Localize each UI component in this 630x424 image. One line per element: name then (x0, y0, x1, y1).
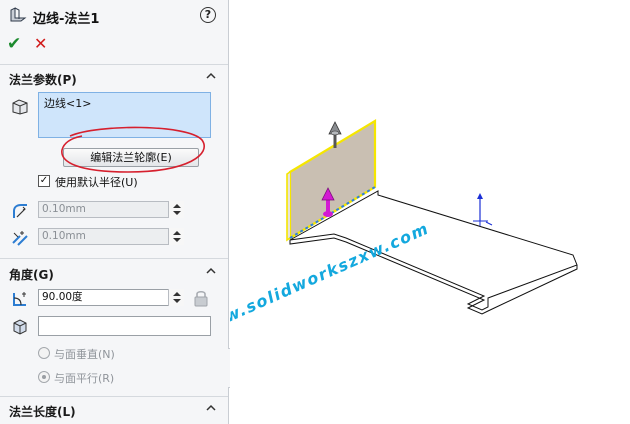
flange-angle-spinner[interactable] (168, 289, 184, 306)
use-default-radius-label: 使用默认半径(U) (55, 176, 138, 189)
help-icon[interactable]: ? (200, 7, 216, 23)
edge-selection-list[interactable]: 边线<1> (38, 92, 211, 138)
flange-wall-side (286, 171, 291, 242)
gap-distance-spinner[interactable] (168, 228, 184, 245)
gap-distance-input[interactable]: 0.10mm (38, 228, 184, 245)
face-select-icon (13, 319, 27, 335)
bend-radius-spinner[interactable] (168, 201, 184, 218)
reference-face-input[interactable] (38, 316, 211, 336)
use-default-radius-checkbox[interactable]: ✓ (38, 175, 50, 187)
flange-params-header[interactable]: 法兰参数(P) (0, 68, 228, 88)
edge-flange-feature-icon (10, 7, 27, 22)
lock-icon[interactable] (193, 289, 209, 307)
gap-distance-icon (12, 231, 28, 246)
flange-length-header[interactable]: 法兰长度(L) (0, 400, 228, 420)
bend-radius-input[interactable]: 0.10mm (38, 201, 184, 218)
divider (0, 258, 228, 259)
feature-title: 边线-法兰1 (33, 12, 100, 27)
bend-radius-icon (13, 204, 27, 218)
chevron-up-icon[interactable] (206, 403, 216, 413)
edge-selection-item[interactable]: 边线<1> (44, 95, 91, 111)
parallel-to-face-label: 与面平行(R) (54, 372, 115, 385)
ok-cancel-bar: ✔ ✕ (0, 32, 228, 56)
property-manager: 边线-法兰1 ? ✔ ✕ 法兰参数(P) 边线<1> 编辑法兰轮廓(E) ✓ 使… (0, 0, 229, 424)
chevron-up-icon[interactable] (206, 266, 216, 276)
divider (0, 396, 228, 397)
sheet-metal-model[interactable] (230, 0, 630, 424)
edge-select-icon (12, 99, 28, 115)
origin-triad (473, 193, 493, 226)
angle-title: 角度(G) (9, 268, 54, 282)
angle-header[interactable]: 角度(G) (0, 263, 228, 283)
graphics-viewport[interactable]: www.solidworkszxw.com (230, 0, 630, 424)
flange-length-title: 法兰长度(L) (9, 405, 76, 419)
ok-check-icon[interactable]: ✔ (7, 34, 21, 54)
edit-flange-profile-button[interactable]: 编辑法兰轮廓(E) (63, 148, 199, 167)
flange-angle-icon (13, 292, 26, 306)
flange-angle-input[interactable]: 90.00度 (38, 289, 184, 306)
flange-params-title: 法兰参数(P) (9, 73, 77, 87)
perpendicular-to-face-radio[interactable] (38, 347, 50, 359)
perpendicular-to-face-label: 与面垂直(N) (54, 348, 115, 361)
property-manager-header: 边线-法兰1 ? (0, 0, 228, 32)
parallel-to-face-radio[interactable] (38, 371, 50, 383)
divider (0, 64, 228, 65)
cancel-x-icon[interactable]: ✕ (34, 34, 47, 54)
chevron-up-icon[interactable] (206, 71, 216, 81)
